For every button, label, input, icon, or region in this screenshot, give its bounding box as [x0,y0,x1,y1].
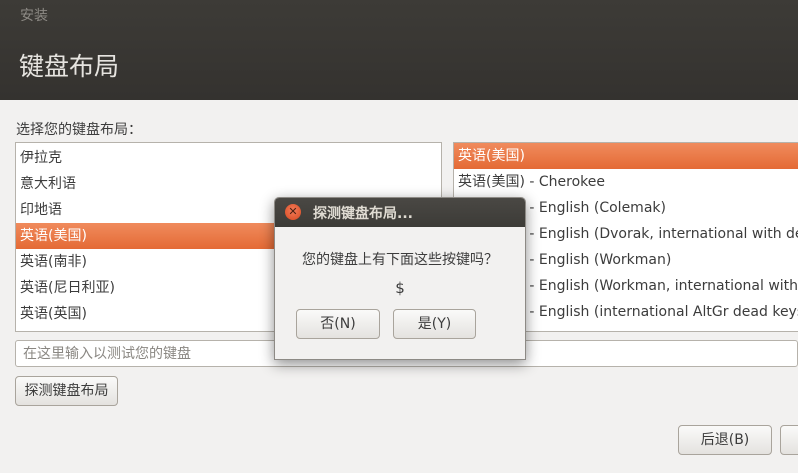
next-button[interactable] [780,425,798,455]
dialog-message: 您的键盘上有下面这些按键吗？ [302,252,498,268]
dialog-titlebar: ✕ 探测键盘布局... [275,198,525,227]
back-button[interactable]: 后退(B) [678,425,772,455]
variant-item[interactable]: 英语(美国) - Cherokee [454,169,798,195]
detect-layout-dialog: ✕ 探测键盘布局... 您的键盘上有下面这些按键吗？ $ 否(N) 是(Y) [274,197,526,360]
detect-layout-button[interactable]: 探测键盘布局 [15,376,118,406]
dialog-title: 探测键盘布局... [313,206,413,222]
window-title: 安装 [20,8,48,24]
layout-prompt-label: 选择您的键盘布局： [16,122,142,138]
close-icon[interactable]: ✕ [285,204,301,220]
yes-button[interactable]: 是(Y) [393,309,476,339]
page-title: 键盘布局 [19,52,120,81]
no-button[interactable]: 否(N) [296,309,380,339]
installer-header: 安装 键盘布局 [0,0,798,100]
layout-item[interactable]: 意大利语 [16,171,441,197]
variant-item-selected[interactable]: 英语(美国) [454,143,798,169]
layout-item[interactable]: 伊拉克 [16,145,441,171]
dialog-key-symbol: $ [395,279,405,297]
